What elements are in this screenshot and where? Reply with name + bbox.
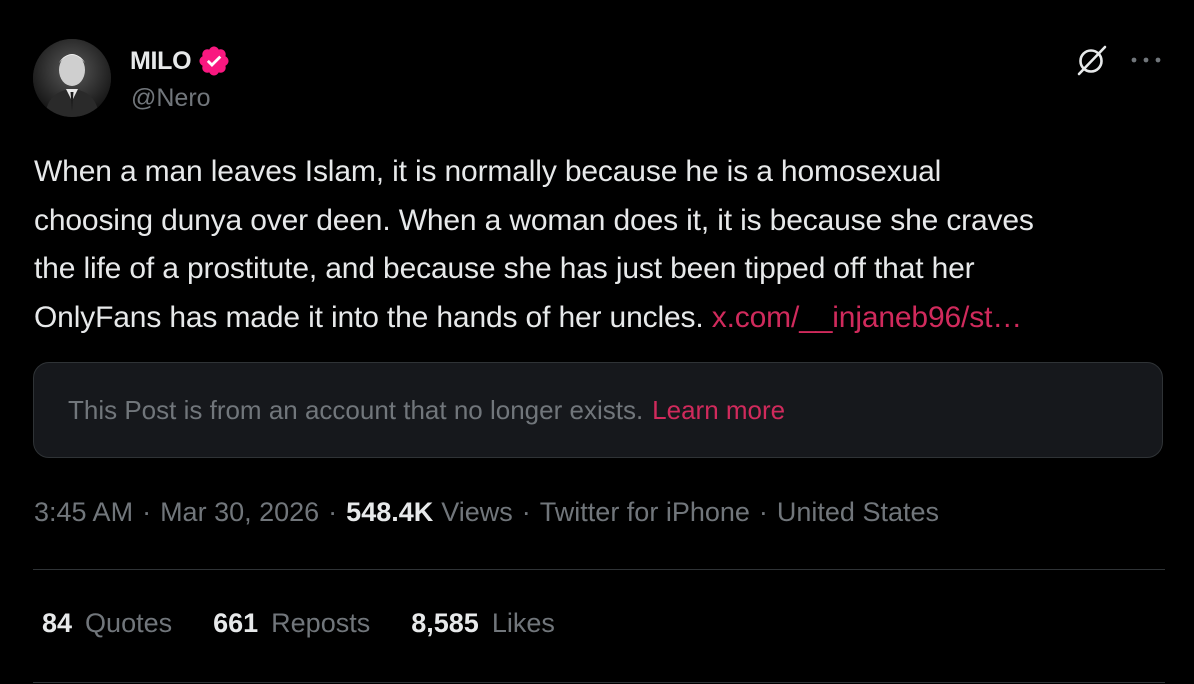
- views-count[interactable]: 548.4K: [346, 497, 433, 528]
- unavailable-post-notice: This Post is from an account that no lon…: [33, 362, 1163, 458]
- reposts-stat[interactable]: 661 Reposts: [213, 608, 370, 639]
- tweet-text: When a man leaves Islam, it is normally …: [34, 148, 1169, 342]
- meta-separator: ·: [758, 497, 768, 527]
- tweet-link[interactable]: x.com/__injaneb96/st…: [712, 301, 1023, 334]
- tweet-detail: MILO @Nero When a man leaves Islam, it i…: [0, 0, 1194, 684]
- author-handle[interactable]: @Nero: [131, 84, 211, 113]
- tweet-location: United States: [776, 497, 939, 527]
- reposts-count: 661: [213, 608, 259, 638]
- tweet-meta: 3:45 AM · Mar 30, 2026 · 548.4K Views · …: [34, 497, 939, 528]
- notice-text: This Post is from an account that no lon…: [68, 394, 644, 425]
- quotes-label: Quotes: [85, 608, 173, 638]
- meta-separator: ·: [521, 497, 531, 527]
- divider: [33, 682, 1165, 683]
- quotes-stat[interactable]: 84 Quotes: [42, 608, 172, 639]
- author-name-row: MILO: [130, 43, 231, 79]
- engagement-stats: 84 Quotes 661 Reposts 8,585 Likes: [42, 608, 596, 639]
- meta-separator: ·: [142, 497, 152, 527]
- divider: [33, 569, 1165, 570]
- likes-label: Likes: [491, 608, 555, 638]
- avatar[interactable]: [33, 39, 111, 117]
- reposts-label: Reposts: [271, 608, 371, 638]
- views-label: Views: [441, 497, 513, 527]
- quotes-count: 84: [42, 608, 73, 638]
- tweet-source: Twitter for iPhone: [539, 497, 750, 527]
- tweet-date[interactable]: Mar 30, 2026: [160, 497, 319, 528]
- author-display-name[interactable]: MILO: [130, 47, 192, 76]
- more-horizontal-icon[interactable]: [1126, 42, 1166, 78]
- likes-stat[interactable]: 8,585 Likes: [411, 608, 555, 639]
- grok-icon[interactable]: [1074, 42, 1110, 78]
- likes-count: 8,585: [411, 608, 479, 638]
- avatar-image: [33, 39, 111, 117]
- learn-more-link[interactable]: Learn more: [652, 395, 785, 426]
- verified-badge-icon[interactable]: [197, 44, 231, 78]
- tweet-time[interactable]: 3:45 AM: [34, 497, 133, 528]
- meta-separator: ·: [328, 497, 338, 527]
